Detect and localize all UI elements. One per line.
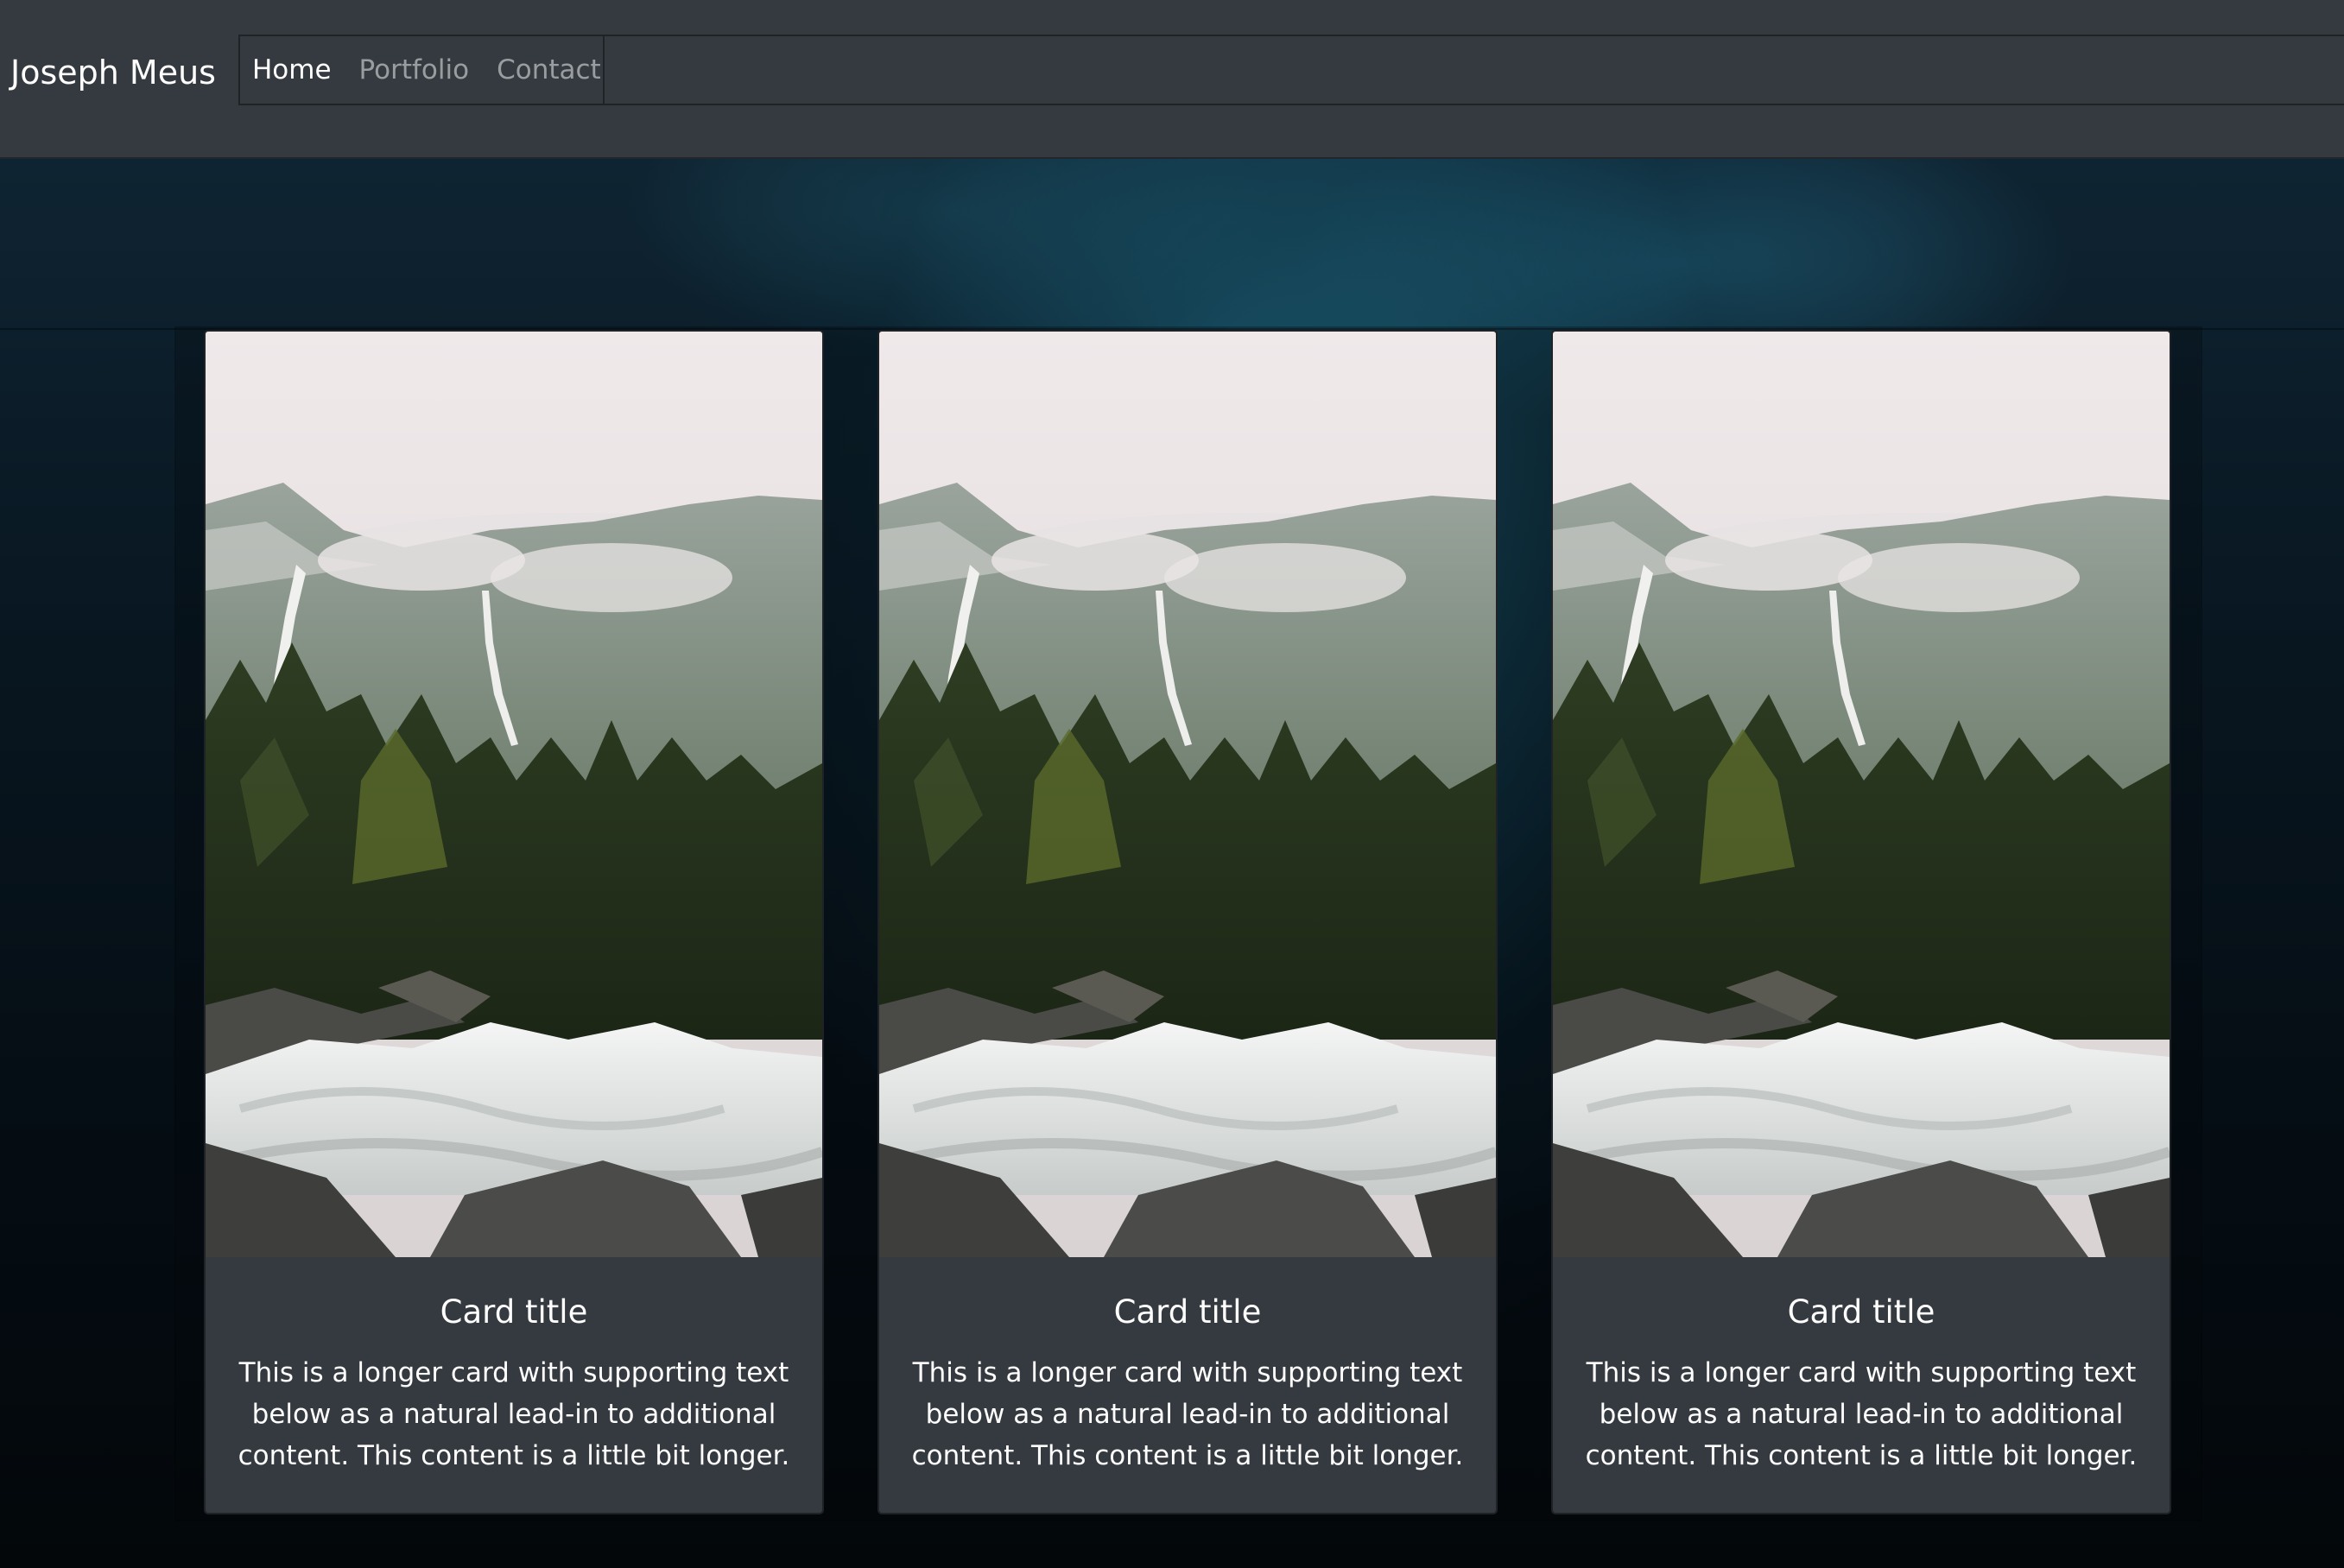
card-image-waterfall: [1553, 332, 2170, 1257]
nav-link-contact[interactable]: Contact: [497, 35, 601, 105]
card-body: Card title This is a longer card with su…: [1553, 1257, 2170, 1513]
card: Card title This is a longer card with su…: [877, 330, 1498, 1514]
card-title: Card title: [1787, 1293, 1935, 1331]
brand-link[interactable]: Joseph Meus: [10, 47, 216, 98]
card-text: This is a longer card with supporting te…: [1585, 1357, 2138, 1471]
nav-link-home[interactable]: Home: [252, 35, 332, 105]
card: Card title This is a longer card with su…: [1551, 330, 2171, 1514]
card-title: Card title: [440, 1293, 588, 1331]
card: Card title This is a longer card with su…: [204, 330, 824, 1514]
nav-links: Home Portfolio Contact: [238, 35, 605, 105]
nav-link-portfolio[interactable]: Portfolio: [359, 35, 470, 105]
card-body: Card title This is a longer card with su…: [879, 1257, 1496, 1513]
card-text: This is a longer card with supporting te…: [238, 1357, 790, 1471]
card-body: Card title This is a longer card with su…: [206, 1257, 822, 1513]
card-title: Card title: [1113, 1293, 1262, 1331]
card-text: This is a longer card with supporting te…: [911, 1357, 1464, 1471]
card-image-waterfall: [206, 332, 822, 1257]
navbar: Joseph Meus Home Portfolio Contact: [0, 0, 2344, 159]
card-image-waterfall: [879, 332, 1496, 1257]
